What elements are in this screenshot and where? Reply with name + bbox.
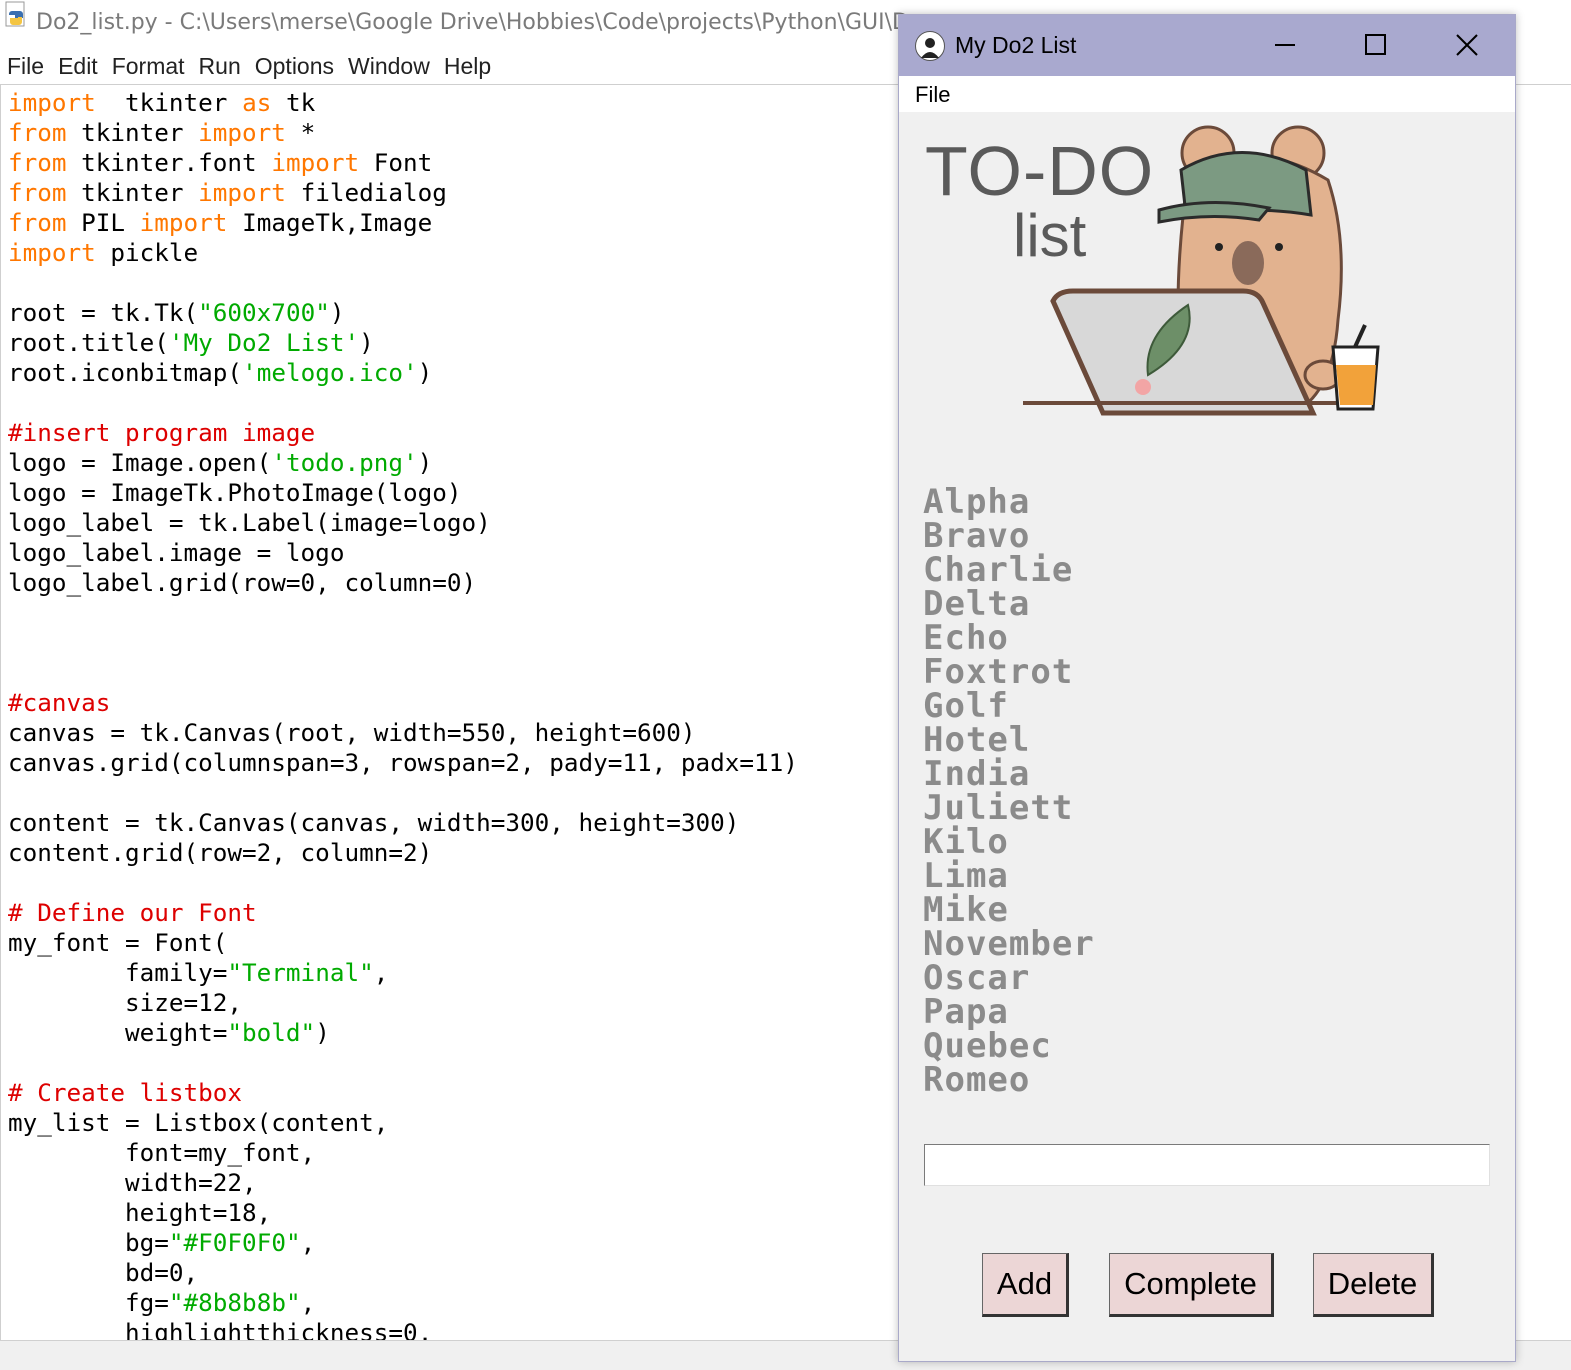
list-item[interactable]: Hotel (923, 723, 1343, 757)
complete-button[interactable]: Complete (1109, 1253, 1274, 1317)
list-item[interactable]: Echo (923, 621, 1343, 655)
idle-window-title: Do2_list.py - C:\Users\merse\Google Driv… (36, 10, 909, 35)
maximize-icon[interactable] (1355, 25, 1395, 65)
list-item[interactable]: Bravo (923, 519, 1343, 553)
list-item[interactable]: Oscar (923, 961, 1343, 995)
todo-logo-image: TO-DO list (923, 115, 1403, 425)
list-item[interactable]: Golf (923, 689, 1343, 723)
idle-menu-edit[interactable]: Edit (58, 48, 98, 84)
list-item[interactable]: Alpha (923, 485, 1343, 519)
minimize-icon[interactable] (1265, 25, 1305, 65)
app-logo-icon (915, 31, 945, 61)
new-item-input[interactable] (924, 1144, 1490, 1186)
app-menubar: File (899, 76, 1515, 112)
idle-menu-window[interactable]: Window (348, 48, 430, 84)
list-item[interactable]: Kilo (923, 825, 1343, 859)
list-item[interactable]: Foxtrot (923, 655, 1343, 689)
bear-laptop-illustration (1023, 125, 1380, 416)
delete-button[interactable]: Delete (1313, 1253, 1434, 1317)
list-item[interactable]: Delta (923, 587, 1343, 621)
list-item[interactable]: India (923, 757, 1343, 791)
idle-menu-options[interactable]: Options (255, 48, 334, 84)
close-icon[interactable] (1447, 25, 1487, 65)
list-item[interactable]: Mike (923, 893, 1343, 927)
python-file-icon (4, 0, 30, 46)
list-item[interactable]: Quebec (923, 1029, 1343, 1063)
app-window-title: My Do2 List (955, 32, 1077, 58)
app-titlebar[interactable]: My Do2 List (899, 15, 1515, 76)
idle-menu-run[interactable]: Run (199, 48, 241, 84)
list-item[interactable]: Lima (923, 859, 1343, 893)
todo-listbox[interactable]: Alpha Bravo Charlie Delta Echo Foxtrot Golf Hot… (923, 485, 1343, 1097)
idle-menu-format[interactable]: Format (112, 48, 185, 84)
idle-menu-help[interactable]: Help (444, 48, 491, 84)
list-item[interactable]: Papa (923, 995, 1343, 1029)
idle-menu-file[interactable]: File (7, 48, 44, 84)
list-item[interactable]: November (923, 927, 1343, 961)
list-item[interactable]: Charlie (923, 553, 1343, 587)
list-item[interactable]: Juliett (923, 791, 1343, 825)
add-button[interactable]: Add (982, 1253, 1069, 1317)
list-item[interactable]: Romeo (923, 1063, 1343, 1097)
app-window: My Do2 List File TO-DO list Alpha Bravo … (898, 14, 1516, 1362)
app-menu-file[interactable]: File (915, 82, 950, 108)
